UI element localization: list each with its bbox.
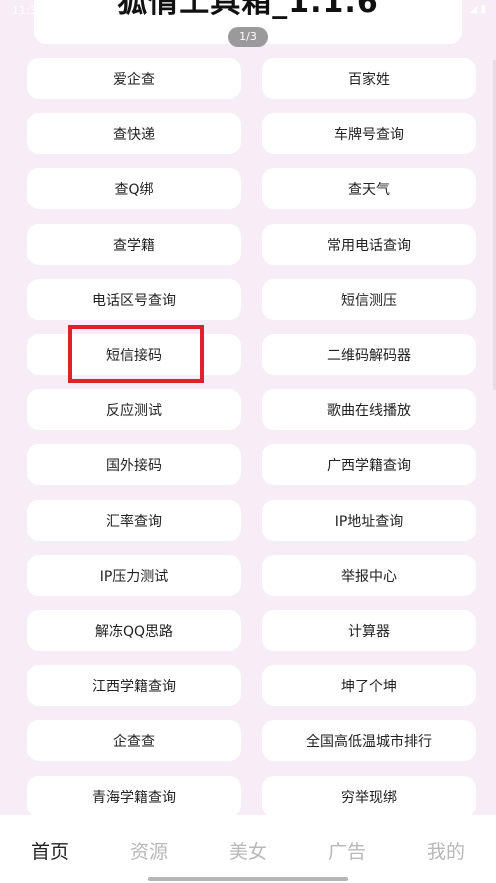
bottom-nav: 首页 资源 美女 广告 我的 — [0, 815, 496, 883]
status-icons: ◢ ▮ — [469, 4, 486, 15]
tool-jiangxi-xueji-button[interactable]: 江西学籍查询 — [27, 665, 241, 706]
tool-qinghai-xueji-button[interactable]: 青海学籍查询 — [27, 776, 241, 817]
tool-sms-receive-button[interactable]: 短信接码 — [27, 334, 241, 375]
nav-tab-mine[interactable]: 我的 — [406, 837, 486, 864]
tool-kun-game-button[interactable]: 坤了个坤 — [262, 665, 476, 706]
tool-sms-test-button[interactable]: 短信测压 — [262, 279, 476, 320]
tool-aiqicha-button[interactable]: 爱企查 — [27, 58, 241, 99]
tool-weather-button[interactable]: 查天气 — [262, 168, 476, 209]
nav-tab-resources[interactable]: 资源 — [109, 837, 189, 864]
tool-phone-query-button[interactable]: 常用电话查询 — [262, 224, 476, 265]
tool-qr-decoder-button[interactable]: 二维码解码器 — [262, 334, 476, 375]
tool-foreign-sms-button[interactable]: 国外接码 — [27, 444, 241, 485]
nav-tab-home[interactable]: 首页 — [10, 837, 90, 864]
tool-reaction-test-button[interactable]: 反应测试 — [27, 389, 241, 430]
tool-music-button[interactable]: 歌曲在线播放 — [262, 389, 476, 430]
tool-baijiaxing-button[interactable]: 百家姓 — [262, 58, 476, 99]
status-time: 11:3 — [12, 4, 37, 17]
tool-qichacha-button[interactable]: 企查查 — [27, 720, 241, 761]
app-title: 狐情工具箱_1.1.6 — [117, 0, 379, 20]
tool-xueji-button[interactable]: 查学籍 — [27, 224, 241, 265]
tool-qbind-button[interactable]: 查Q绑 — [27, 168, 241, 209]
tool-guangxi-xueji-button[interactable]: 广西学籍查询 — [262, 444, 476, 485]
tool-express-button[interactable]: 查快递 — [27, 113, 241, 154]
tool-temperature-rank-button[interactable]: 全国高低温城市排行 — [262, 720, 476, 761]
tool-area-code-button[interactable]: 电话区号查询 — [27, 279, 241, 320]
tool-report-center-button[interactable]: 举报中心 — [262, 555, 476, 596]
home-indicator-bar[interactable] — [148, 877, 348, 881]
tool-plate-button[interactable]: 车牌号查询 — [262, 113, 476, 154]
tool-exhaust-bind-button[interactable]: 穷举现绑 — [262, 776, 476, 817]
tool-ip-stress-button[interactable]: IP压力测试 — [27, 555, 241, 596]
tool-unfreeze-qq-button[interactable]: 解冻QQ思路 — [27, 610, 241, 651]
tool-exchange-rate-button[interactable]: 汇率查询 — [27, 500, 241, 541]
tool-ip-lookup-button[interactable]: IP地址查询 — [262, 500, 476, 541]
tool-calculator-button[interactable]: 计算器 — [262, 610, 476, 651]
nav-tab-ads[interactable]: 广告 — [307, 837, 387, 864]
page-indicator: 1/3 — [228, 27, 268, 47]
nav-tab-beauty[interactable]: 美女 — [208, 837, 288, 864]
